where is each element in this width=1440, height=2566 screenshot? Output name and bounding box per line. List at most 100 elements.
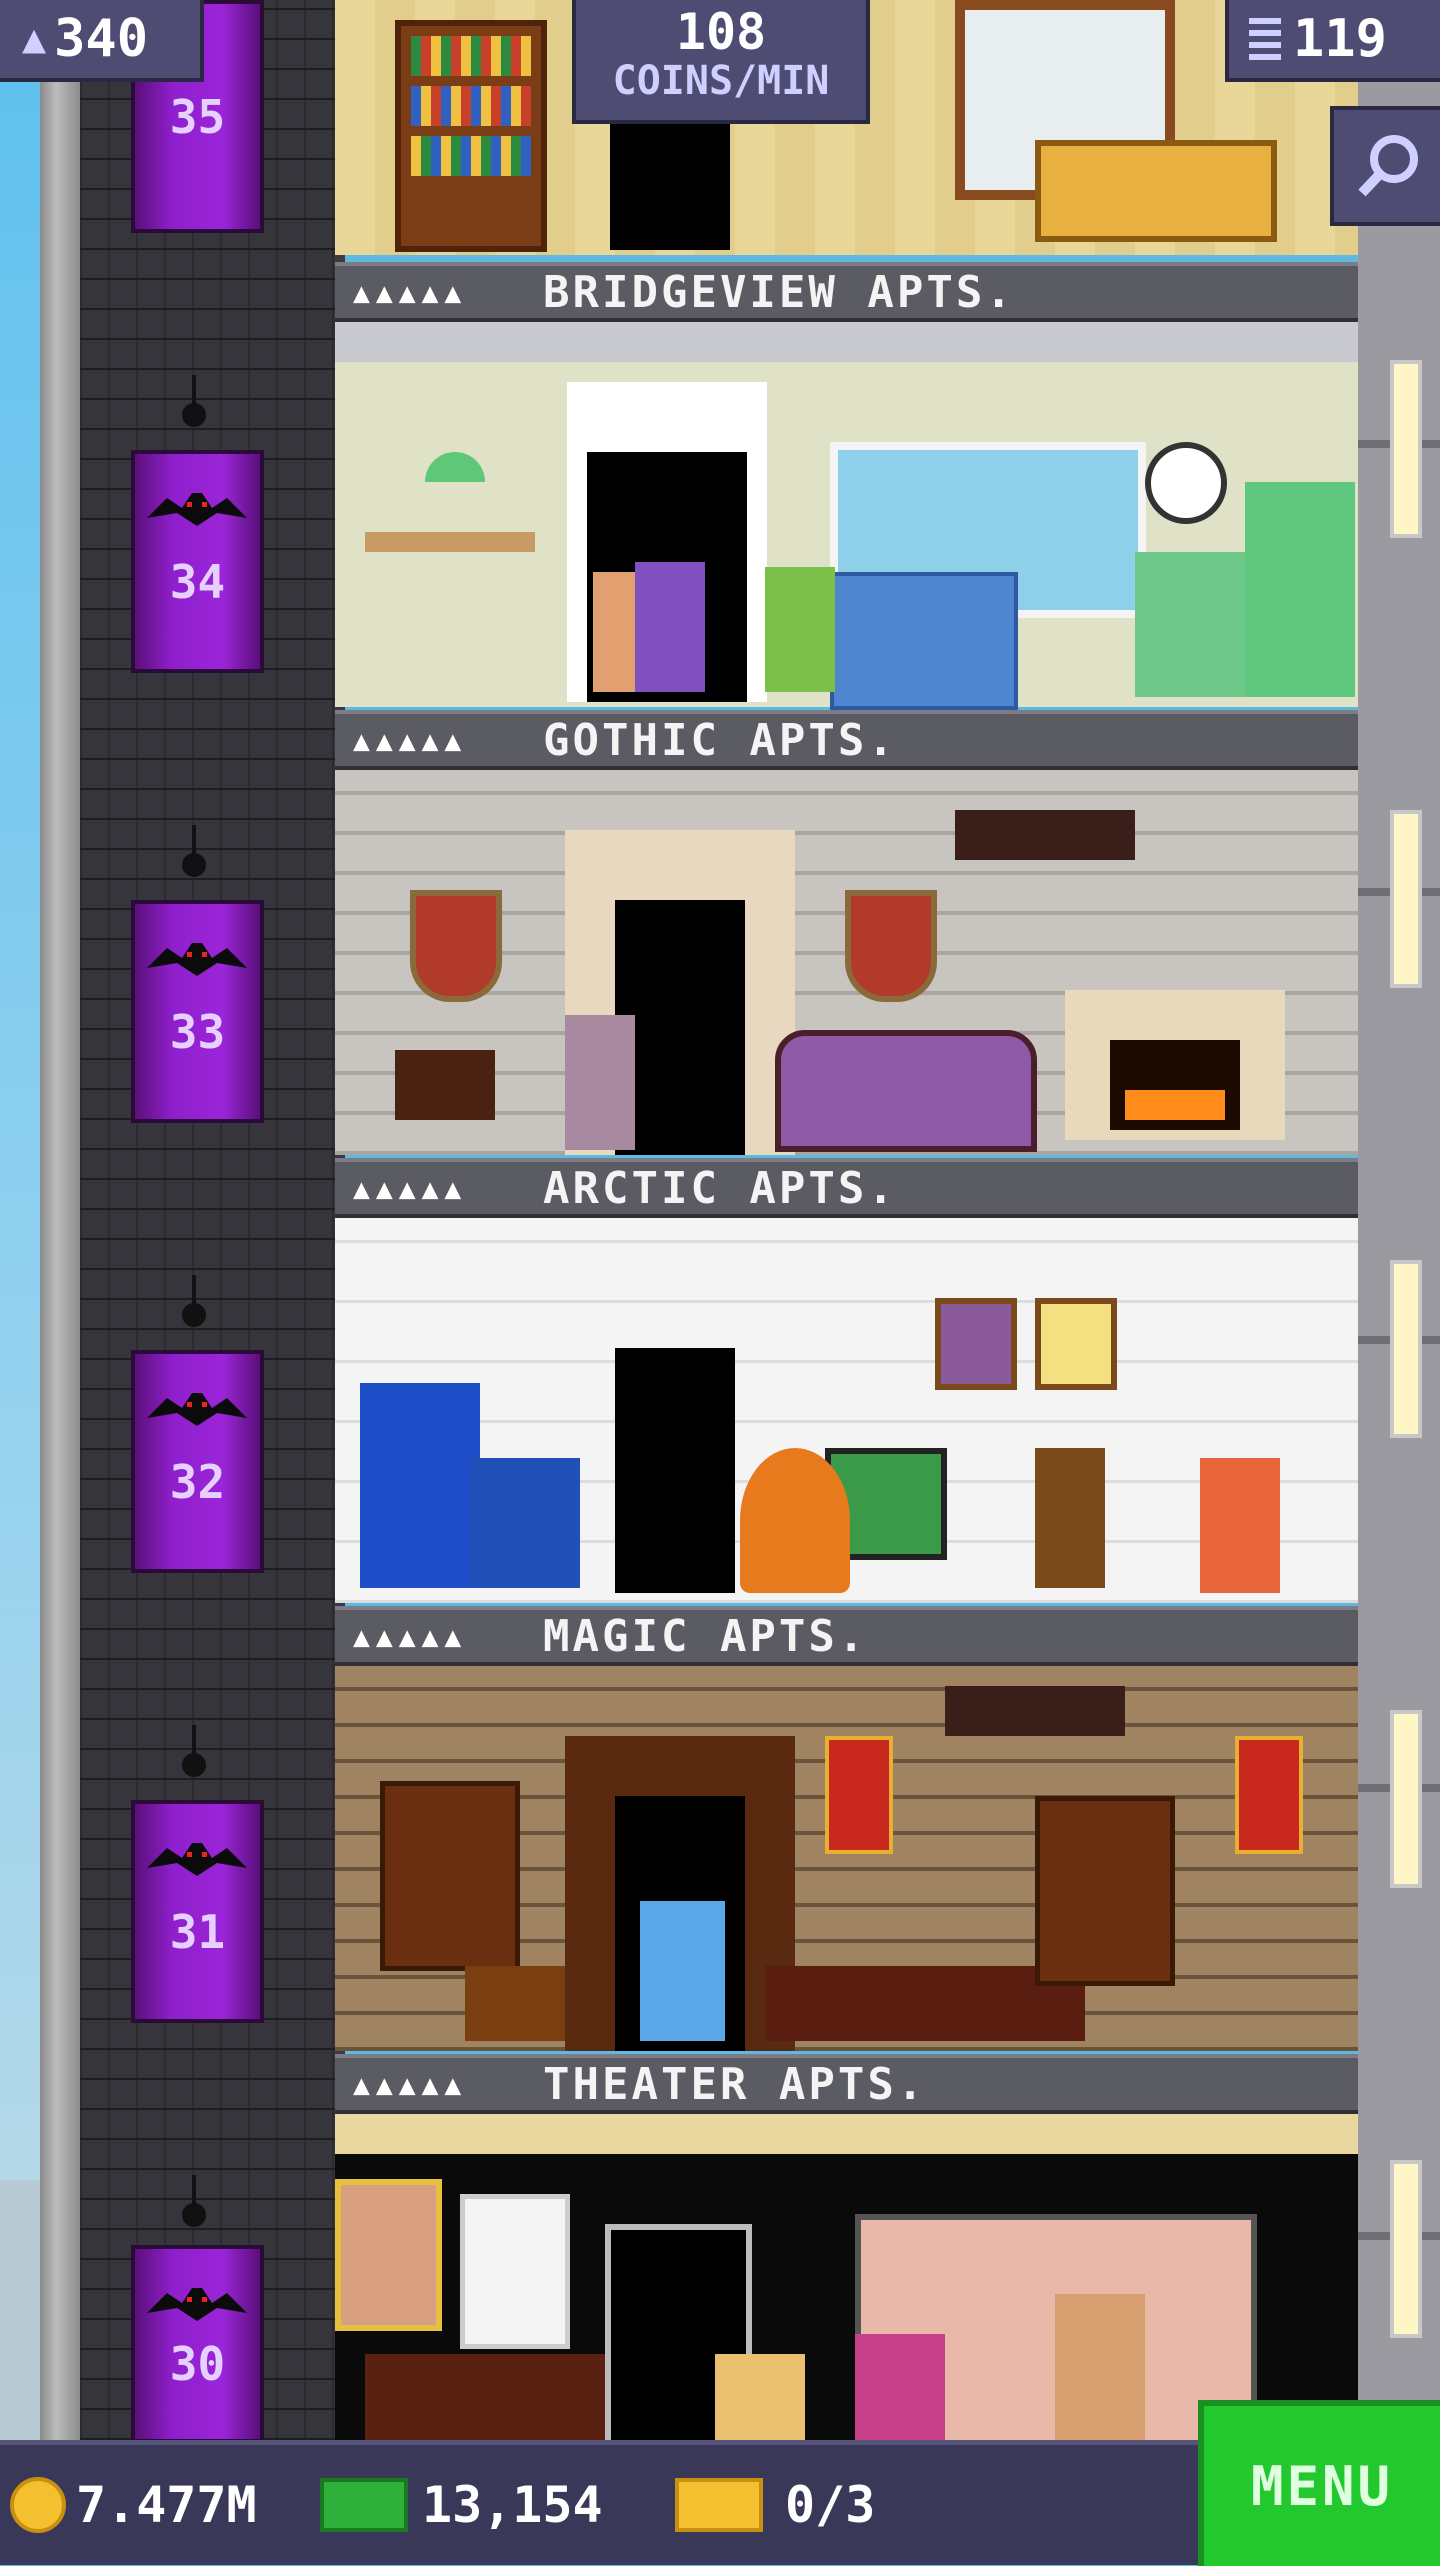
tickets-display[interactable]: 0/3 <box>675 2475 875 2535</box>
floor-stars: ▲▲▲▲▲ <box>353 723 468 757</box>
chandelier <box>945 1686 1125 1736</box>
floor-banner-arctic[interactable]: ▲▲▲▲▲ ARCTIC APTS. <box>335 1158 1358 1218</box>
stove <box>1135 552 1245 697</box>
magnifier-icon <box>1358 135 1418 197</box>
lamp-table <box>1035 1448 1105 1588</box>
elevator-floor-30[interactable]: 30 <box>131 2245 264 2443</box>
tower-outer-wall <box>40 0 80 2440</box>
person-icon: ▲ <box>22 16 47 62</box>
distant-city <box>0 2180 40 2440</box>
sofa <box>1035 140 1277 242</box>
floor-number: 33 <box>169 1004 226 1059</box>
coins-per-min-label: COINS/MIN <box>612 58 830 104</box>
population-value: 340 <box>54 9 149 69</box>
elevator-floor-34[interactable]: 34 <box>131 450 264 673</box>
pumpkin-tenant[interactable] <box>740 1448 850 1593</box>
tenant[interactable] <box>715 2354 805 2440</box>
floor-stars: ▲▲▲▲▲ <box>353 1171 468 1205</box>
elevator-floor-33[interactable]: 33 <box>131 900 264 1123</box>
table <box>365 532 535 552</box>
room-doorway <box>610 110 730 250</box>
bookshelf <box>380 1781 520 1971</box>
floor-banner-bridgeview[interactable]: ▲▲▲▲▲ BRIDGEVIEW APTS. <box>335 262 1358 322</box>
picture-frame <box>1035 1298 1117 1390</box>
floor-31-room[interactable] <box>335 1666 1358 2051</box>
room-doorway <box>615 1348 735 1593</box>
floor-name: ARCTIC APTS. <box>543 1162 897 1214</box>
floor-banner-magic[interactable]: ▲▲▲▲▲ MAGIC APTS. <box>335 1606 1358 1666</box>
floor-name: THEATER APTS. <box>543 2058 927 2110</box>
bat-icon <box>147 1393 247 1426</box>
fridge <box>360 1383 480 1588</box>
wall-window <box>1390 1710 1422 1888</box>
population-counter[interactable]: ▲ 340 <box>0 0 204 82</box>
bat-icon <box>147 943 247 976</box>
elevator-shaft[interactable] <box>80 0 345 2440</box>
sofa <box>830 572 1018 710</box>
lamp-hook-icon <box>176 825 212 885</box>
bux-value: 13,154 <box>422 2476 603 2534</box>
menu-button[interactable]: MENU <box>1198 2400 1440 2566</box>
picture-frame <box>935 1298 1017 1390</box>
ticket-icon <box>675 2478 763 2532</box>
bat-icon <box>147 2288 247 2321</box>
bat-icon <box>147 1843 247 1876</box>
coins-value: 7.477M <box>76 2476 257 2534</box>
movie-poster <box>335 2179 442 2331</box>
shield-icon <box>845 890 937 1002</box>
coins-display[interactable]: 7.477M <box>10 2475 257 2535</box>
floor-stars: ▲▲▲▲▲ <box>353 275 468 309</box>
lamp-hook-icon <box>176 1275 212 1335</box>
floor-number: 32 <box>169 1454 226 1509</box>
floor-count-value: 119 <box>1293 9 1387 69</box>
coin-icon <box>10 2477 66 2533</box>
movie-poster <box>460 2194 570 2349</box>
floor-number: 34 <box>169 554 226 609</box>
tenant[interactable] <box>855 2334 945 2440</box>
floor-33-room[interactable] <box>335 770 1358 1155</box>
floor-name: GOTHIC APTS. <box>543 714 897 766</box>
coins-per-min-value: 108 <box>675 3 767 61</box>
wall-window <box>1390 2160 1422 2338</box>
tenant[interactable] <box>1055 2294 1145 2440</box>
floor-32-room[interactable] <box>335 1218 1358 1603</box>
floor-34-room[interactable] <box>335 322 1358 710</box>
wall-window <box>1390 810 1422 988</box>
tenant[interactable] <box>635 562 705 692</box>
search-button[interactable] <box>1330 106 1440 226</box>
floor-count-display[interactable]: 119 <box>1225 0 1440 82</box>
lamp-hook-icon <box>176 2175 212 2235</box>
tenant[interactable] <box>1200 1458 1280 1593</box>
sofa <box>775 1030 1037 1152</box>
tenant[interactable] <box>565 1015 635 1150</box>
lamp-hook-icon <box>176 375 212 435</box>
lamp-hook-icon <box>176 1725 212 1785</box>
fridge <box>1245 482 1355 697</box>
floor-stars: ▲▲▲▲▲ <box>353 2067 468 2101</box>
floor-number: 30 <box>169 2337 226 2391</box>
tickets-value: 0/3 <box>785 2476 876 2534</box>
floor-banner-gothic[interactable]: ▲▲▲▲▲ GOTHIC APTS. <box>335 710 1358 770</box>
elevator-floor-31[interactable]: 31 <box>131 1800 264 2023</box>
theater-seats <box>365 2354 615 2440</box>
tenant[interactable] <box>765 567 835 692</box>
floor-name: BRIDGEVIEW APTS. <box>543 266 1015 318</box>
shield-icon <box>410 890 502 1002</box>
floor-30-room[interactable] <box>335 2114 1358 2452</box>
floor-number: 35 <box>169 89 226 144</box>
bookshelf <box>1035 1796 1175 1986</box>
hanging-lamp <box>425 452 485 482</box>
wall-window <box>1390 360 1422 538</box>
bat-icon <box>147 493 247 526</box>
bux-display[interactable]: 13,154 <box>320 2475 603 2535</box>
banner-icon <box>825 1736 893 1854</box>
banner-icon <box>1235 1736 1303 1854</box>
coins-per-min-display[interactable]: 108 COINS/MIN <box>572 0 870 124</box>
floor-name: MAGIC APTS. <box>543 1610 868 1662</box>
floor-banner-theater[interactable]: ▲▲▲▲▲ THEATER APTS. <box>335 2054 1358 2114</box>
building-icon <box>1249 18 1281 60</box>
elevator-floor-32[interactable]: 32 <box>131 1350 264 1573</box>
chandelier <box>955 810 1135 860</box>
clock-icon <box>1145 442 1227 524</box>
tenant[interactable] <box>640 1901 725 2041</box>
